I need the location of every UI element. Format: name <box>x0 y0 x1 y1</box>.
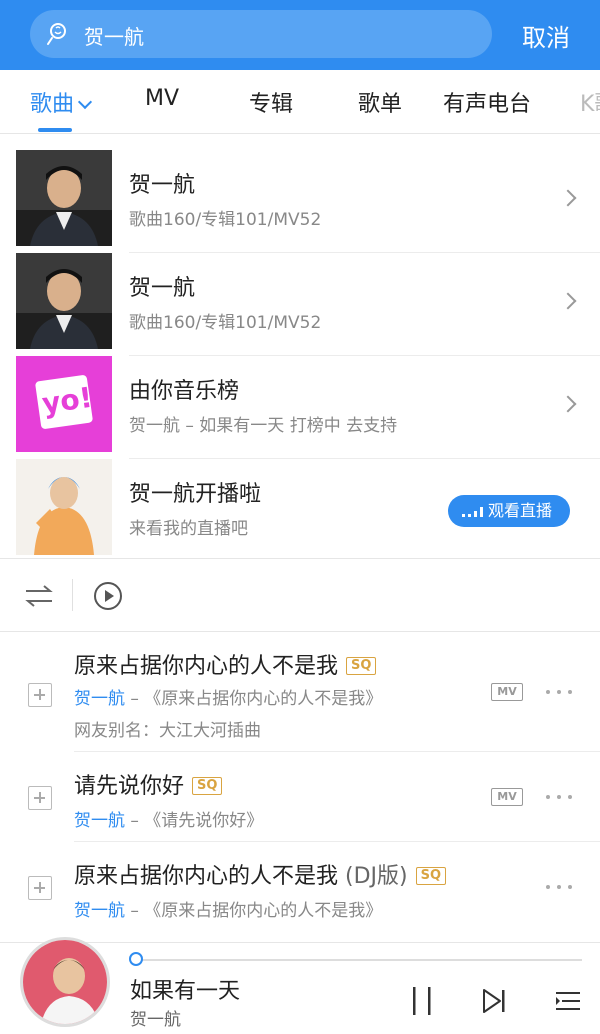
add-icon[interactable] <box>28 786 52 810</box>
artist-photo <box>16 150 112 246</box>
song-title-suffix: (DJ版) <box>338 864 408 889</box>
chevron-down-icon <box>77 94 93 110</box>
category-tabs: 歌曲 MV 专辑 歌单 有声电台 K歌 <box>0 70 600 134</box>
chevron-right-icon <box>559 189 577 207</box>
search-query[interactable]: 贺一航 <box>84 21 144 50</box>
song-title: 原来占据你内心的人不是我 (DJ版) SQ <box>74 858 447 890</box>
watch-live-button[interactable]: 观看直播 <box>448 495 570 527</box>
result-subtitle: 来看我的直播吧 <box>129 519 248 539</box>
result-title: 贺一航 <box>129 276 196 301</box>
watch-live-label: 观看直播 <box>488 501 553 520</box>
progress-knob[interactable] <box>129 952 143 966</box>
chart-result-card[interactable]: yo! 由你音乐榜 贺一航 – 如果有一天 打榜中 去支持 <box>16 356 600 459</box>
chevron-right-icon <box>559 292 577 310</box>
voice-search-icon[interactable] <box>44 20 72 48</box>
song-meta: 贺一航 – 《请先说你好》 <box>74 806 263 831</box>
more-options-icon[interactable] <box>544 795 574 801</box>
result-subtitle: 歌曲160/专辑101/MV52 <box>129 313 322 333</box>
song-row[interactable]: 请先说你好 SQ 贺一航 – 《请先说你好》 MV <box>0 752 600 842</box>
chevron-right-icon <box>559 395 577 413</box>
song-alias: 网友别名：大江大河插曲 <box>74 721 261 741</box>
song-title-text: 原来占据你内心的人不是我 <box>74 654 339 679</box>
mini-player[interactable]: 如果有一天 贺一航 <box>0 937 600 1034</box>
result-subtitle: 贺一航 – 如果有一天 打榜中 去支持 <box>129 416 398 436</box>
yo-bang-logo: yo! <box>16 356 112 452</box>
tab-karaoke[interactable]: K歌 <box>580 86 600 118</box>
tab-audio-radio[interactable]: 有声电台 <box>443 86 531 118</box>
now-playing-cover[interactable] <box>20 937 110 1027</box>
song-artist-link[interactable]: 贺一航 <box>74 901 125 921</box>
artist-photo <box>16 253 112 349</box>
sq-quality-badge: SQ <box>346 657 377 675</box>
live-result-card[interactable]: 贺一航开播啦 来看我的直播吧 观看直播 <box>16 459 600 562</box>
song-artist-link[interactable]: 贺一航 <box>74 811 125 831</box>
tab-playlists[interactable]: 歌单 <box>358 86 402 118</box>
song-meta: 贺一航 – 《原来占据你内心的人不是我》 <box>74 896 382 921</box>
tab-albums[interactable]: 专辑 <box>249 86 293 118</box>
now-playing-artist: 贺一航 <box>130 1010 181 1030</box>
result-subtitle: 歌曲160/专辑101/MV52 <box>129 210 322 230</box>
sq-quality-badge: SQ <box>192 777 223 795</box>
song-meta: 贺一航 – 《原来占据你内心的人不是我》 <box>74 684 382 709</box>
search-input[interactable]: 贺一航 <box>30 10 492 58</box>
live-bars-icon <box>462 507 483 517</box>
next-track-icon[interactable] <box>480 987 508 1015</box>
play-all-icon[interactable] <box>93 581 123 611</box>
song-row[interactable]: 原来占据你内心的人不是我 (DJ版) SQ 贺一航 – 《原来占据你内心的人不是我… <box>0 842 600 942</box>
sort-toggle-icon[interactable] <box>24 581 54 611</box>
result-title: 由你音乐榜 <box>129 379 240 404</box>
tab-songs-label: 歌曲 <box>30 92 75 117</box>
result-title: 贺一航 <box>129 173 196 198</box>
artist-result-card[interactable]: 贺一航 歌曲160/专辑101/MV52 <box>16 253 600 356</box>
song-album: – 《请先说你好》 <box>125 811 264 831</box>
song-album: – 《原来占据你内心的人不是我》 <box>125 689 383 709</box>
logo-text: yo! <box>39 380 95 421</box>
live-cover-photo <box>16 459 112 555</box>
tab-songs[interactable]: 歌曲 <box>30 86 93 118</box>
song-album: – 《原来占据你内心的人不是我》 <box>125 901 383 921</box>
song-artist-link[interactable]: 贺一航 <box>74 689 125 709</box>
more-options-icon[interactable] <box>544 885 574 891</box>
sq-quality-badge: SQ <box>415 867 447 885</box>
progress-track[interactable] <box>136 959 582 961</box>
song-title: 请先说你好 SQ <box>74 768 223 800</box>
more-options-icon[interactable] <box>544 690 574 696</box>
tab-mv[interactable]: MV <box>145 86 179 111</box>
pause-icon[interactable] <box>408 985 436 1017</box>
song-title-text: 原来占据你内心的人不是我 <box>74 864 339 889</box>
artist-result-card[interactable]: 贺一航 歌曲160/专辑101/MV52 <box>16 150 600 253</box>
divider <box>72 579 73 611</box>
mv-badge[interactable]: MV <box>491 683 523 701</box>
cancel-button[interactable]: 取消 <box>522 18 570 53</box>
add-icon[interactable] <box>28 683 52 707</box>
add-icon[interactable] <box>28 876 52 900</box>
song-title-text: 请先说你好 <box>74 774 185 799</box>
search-header: 贺一航 取消 <box>0 0 600 70</box>
song-row[interactable]: 原来占据你内心的人不是我 SQ 贺一航 – 《原来占据你内心的人不是我》 网友别名… <box>0 632 600 752</box>
playlist-icon[interactable] <box>554 987 582 1015</box>
result-title: 贺一航开播啦 <box>129 482 262 507</box>
mv-badge[interactable]: MV <box>491 788 523 806</box>
now-playing-title: 如果有一天 <box>130 979 241 1004</box>
list-controls <box>0 558 600 632</box>
song-title: 原来占据你内心的人不是我 SQ <box>74 648 377 680</box>
tab-indicator <box>38 128 72 132</box>
